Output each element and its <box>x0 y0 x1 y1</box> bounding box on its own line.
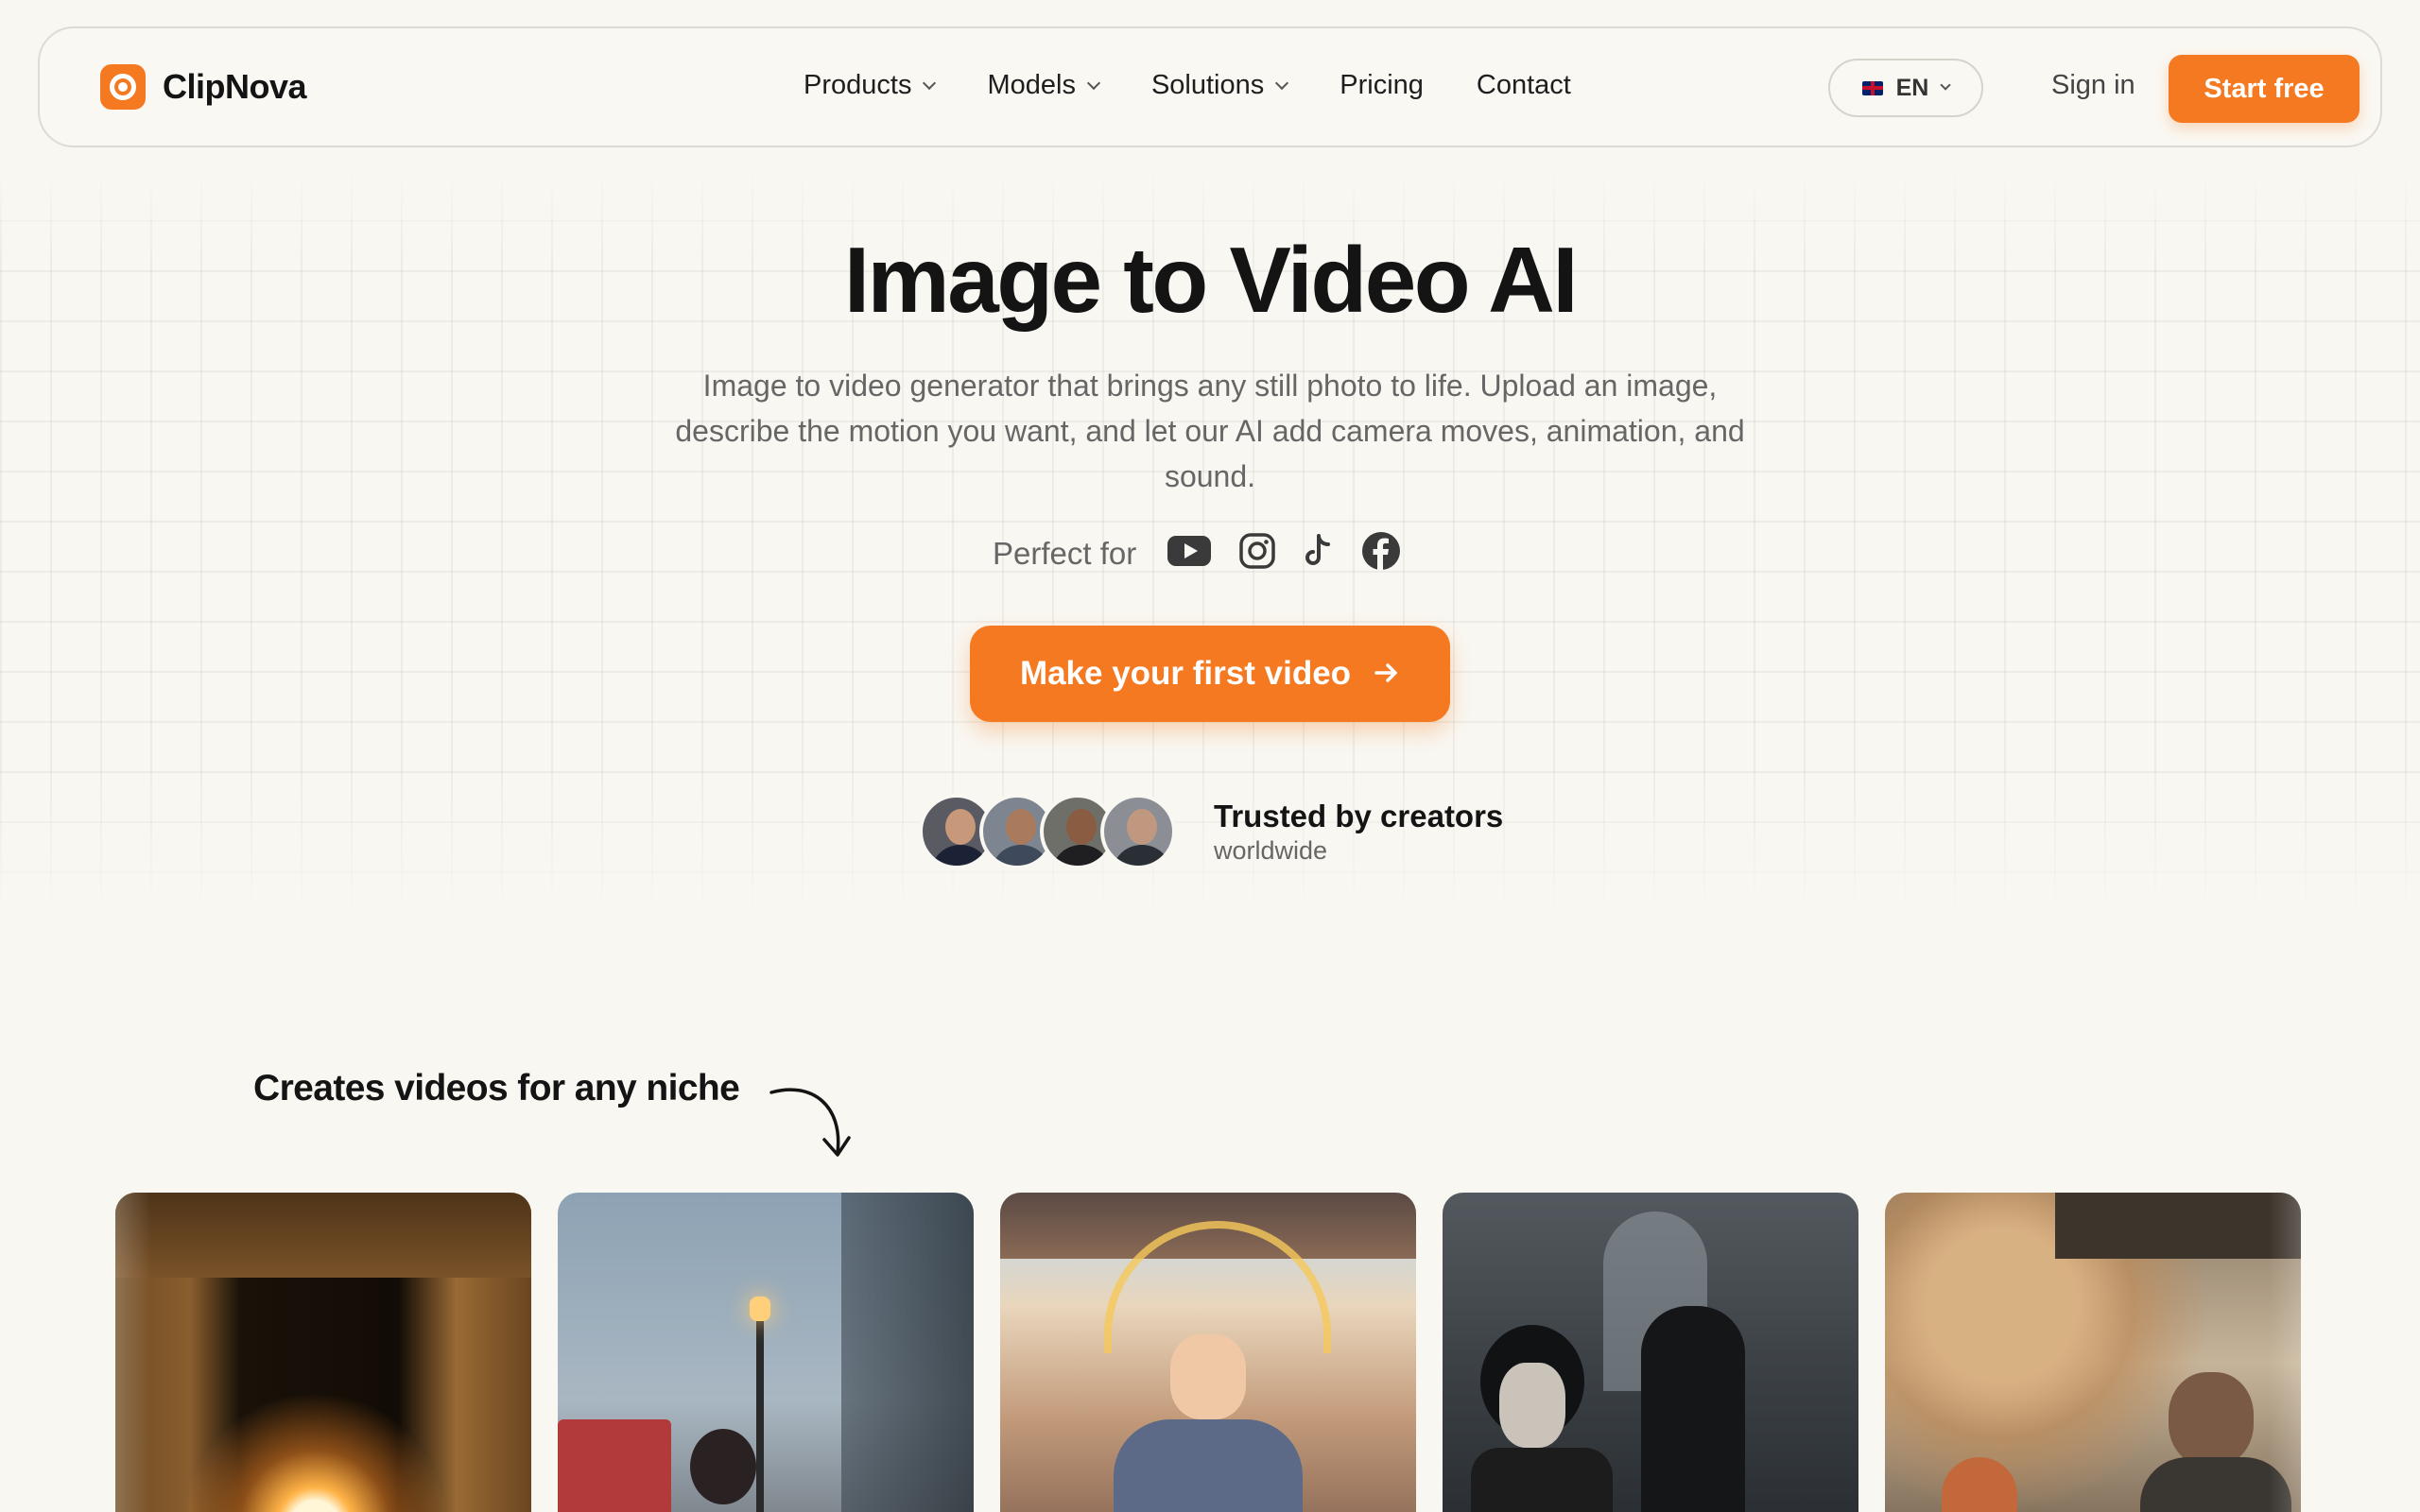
niche-gallery <box>115 1193 2301 1512</box>
cta-label: Make your first video <box>1019 655 1352 692</box>
brand-logo[interactable]: ClipNova <box>100 64 307 110</box>
nav-item-pricing[interactable]: Pricing <box>1340 70 1424 101</box>
trust-subtitle: worldwide <box>1214 835 1328 865</box>
uk-flag-icon <box>1861 80 1883 95</box>
niche-card-gothic-lightning[interactable] <box>1443 1193 1858 1512</box>
gallery-fade-right <box>2269 1181 2420 1512</box>
nav-label: Products <box>804 70 912 100</box>
nav-label: Models <box>987 70 1076 100</box>
niche-card-anime-martial-artist[interactable] <box>1000 1193 1416 1512</box>
youtube-icon <box>1167 534 1212 573</box>
tiktok-icon <box>1303 533 1335 574</box>
sign-in-link[interactable]: Sign in <box>2051 70 2135 101</box>
instagram-icon <box>1238 532 1276 575</box>
niche-heading: Creates videos for any niche <box>253 1068 740 1108</box>
gallery-fade-left <box>0 1181 151 1512</box>
language-selector[interactable]: EN <box>1828 59 1983 117</box>
aperture-logo-icon <box>100 64 146 110</box>
trust-badge: Trusted by creators worldwide <box>919 794 1503 869</box>
curved-arrow-icon <box>769 1085 855 1167</box>
language-code: EN <box>1895 74 1929 101</box>
arrow-right-icon <box>1374 655 1400 693</box>
chevron-down-icon <box>1086 76 1101 90</box>
page-title: Image to Video AI <box>843 228 1579 332</box>
brand-name: ClipNova <box>163 67 307 106</box>
nav-label: Contact <box>1476 70 1571 100</box>
nav-label: Solutions <box>1150 70 1265 100</box>
chevron-down-icon <box>1940 79 1952 91</box>
hero-subtitle: Image to video generator that brings any… <box>675 369 1745 493</box>
top-navbar: ClipNova Products Models Solutions Prici… <box>38 26 2382 147</box>
chevron-down-icon <box>923 76 937 90</box>
niche-card-rainy-street[interactable] <box>558 1193 974 1512</box>
facebook-icon <box>1361 531 1401 576</box>
nav-label: Pricing <box>1340 70 1424 100</box>
nav-item-products[interactable]: Products <box>804 70 937 101</box>
nav-item-solutions[interactable]: Solutions <box>1150 70 1289 101</box>
nav-item-contact[interactable]: Contact <box>1477 70 1571 101</box>
niche-card-tomb-fire[interactable] <box>115 1193 531 1512</box>
perfect-for-label: Perfect for <box>993 535 1137 571</box>
niche-card-smoky-station[interactable] <box>1885 1193 2301 1512</box>
avatar <box>1100 794 1176 869</box>
make-first-video-button[interactable]: Make your first video <box>970 626 1450 722</box>
main-menu: Products Models Solutions Pricing Contac… <box>804 70 1571 101</box>
chevron-down-icon <box>1275 76 1289 90</box>
nav-item-models[interactable]: Models <box>987 70 1101 101</box>
platform-row: Perfect for <box>993 531 1401 576</box>
trust-title: Trusted by creators <box>1214 798 1504 833</box>
start-free-button[interactable]: Start free <box>2169 55 2360 123</box>
